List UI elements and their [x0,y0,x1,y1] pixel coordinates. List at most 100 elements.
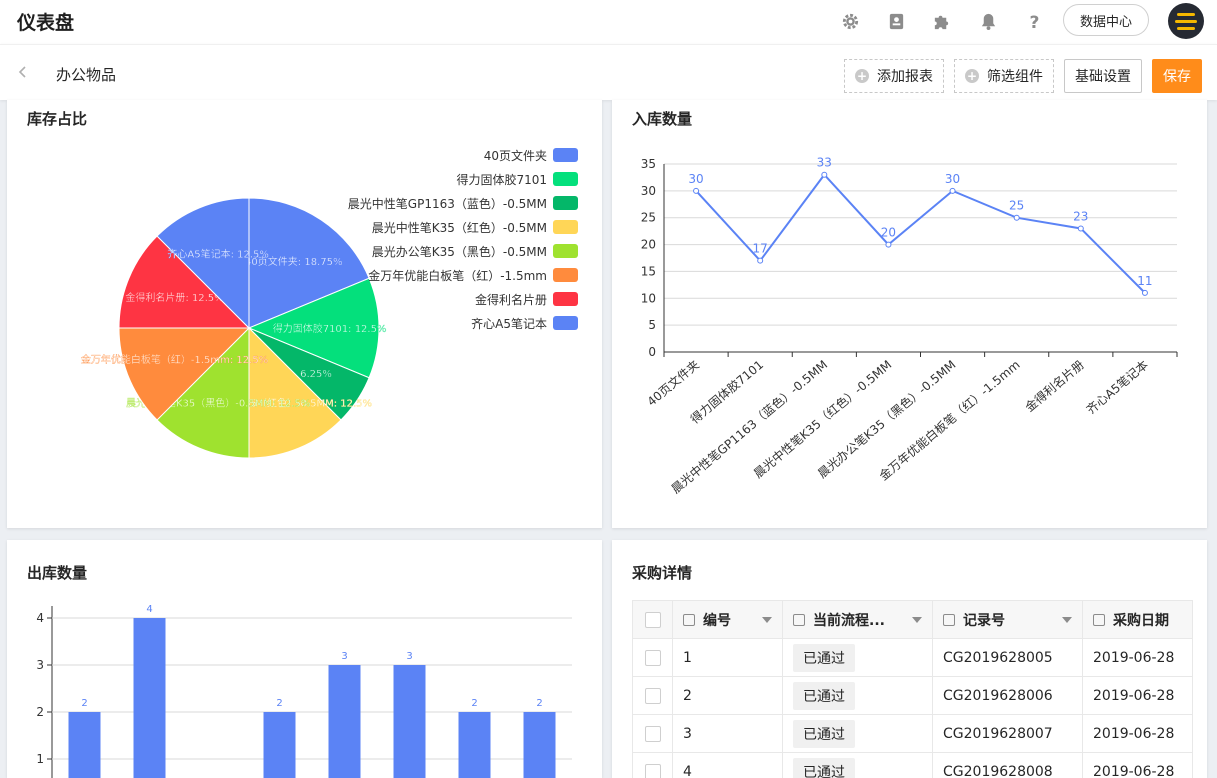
bar-label: 2 [471,698,477,709]
inbound-quantity-card: 入库数量 0 5 10 15 20 25 30 35 30 17 33 20 30 25 23 11 40页文件… [612,100,1207,528]
chevron-left-icon[interactable] [16,65,30,79]
data-point[interactable] [885,241,892,248]
bar[interactable] [523,712,556,778]
table-row[interactable]: 3 已通过 CG2019628007 2019-06-28 [632,714,1193,753]
data-label: 30 [688,172,703,186]
legend-item[interactable]: 40页文件夹 [483,148,578,163]
row-checkbox[interactable] [644,687,661,704]
page-toolbar: 办公物品 + 添加报表 + 筛选组件 基础设置 保存 [0,44,1217,100]
bar[interactable] [68,712,101,778]
legend-label: 晨光中性笔K35（红色）-0.5MM [371,220,547,235]
legend-label: 晨光中性笔GP1163（蓝色）-0.5MM [347,196,547,211]
table-header-row: 编号 当前流程... 记录号 采购日期 [632,600,1193,639]
data-label: 11 [1137,274,1152,288]
plus-circle-icon: + [965,69,979,83]
contact-book-icon[interactable] [885,10,907,32]
data-label: 17 [753,242,768,256]
cell-record: CG2019628005 [932,638,1083,677]
bar[interactable] [263,712,296,778]
column-header-record[interactable]: 记录号 [932,600,1083,639]
y-tick-label: 25 [641,211,656,225]
cell-record: CG2019628007 [932,714,1083,753]
page-title: 办公物品 [56,66,117,84]
data-point[interactable] [1013,214,1020,221]
data-point[interactable] [757,257,764,264]
column-header-id[interactable]: 编号 [672,600,783,639]
menu-lines-icon[interactable] [1168,3,1204,39]
gear-icon[interactable] [839,10,861,32]
bar[interactable] [393,665,426,778]
legend-swatch [553,268,578,282]
y-tick-label: 1 [36,752,44,766]
data-point[interactable] [949,187,956,194]
data-point[interactable] [693,187,700,194]
column-label: 记录号 [963,612,1005,629]
legend-swatch [553,148,578,162]
cell-date: 2019-06-28 [1082,676,1193,715]
data-point[interactable] [1077,225,1084,232]
legend-label: 得力固体胶7101 [456,172,547,187]
caret-down-icon[interactable] [912,616,922,623]
bar-label: 3 [341,651,347,662]
legend-item[interactable]: 金得利名片册 [475,292,578,307]
cell-id: 1 [672,638,783,677]
purchase-details-card: 采购详情 编号 当前流程... 记录号 采购日期 1 已通过 CG2019628… [612,540,1207,778]
puzzle-icon[interactable] [930,10,952,32]
legend-item[interactable]: 晨光中性笔K35（红色）-0.5MM [371,220,578,235]
x-tick-label: 晨光办公笔K35（黑色）-0.5MM [815,357,959,481]
bar[interactable] [133,618,166,778]
y-tick-label: 30 [641,184,656,198]
add-report-button[interactable]: + 添加报表 [844,59,944,93]
legend-label: 金万年优能白板笔（红）-1.5mm [368,268,547,283]
legend-label: 40页文件夹 [483,148,547,163]
data-label: 33 [817,156,832,170]
data-label: 20 [881,226,896,240]
cell-date: 2019-06-28 [1082,638,1193,677]
x-tick-label: 金得利名片册 [1022,357,1087,415]
y-tick-label: 35 [641,157,656,171]
row-checkbox[interactable] [644,649,661,666]
line-chart: 05101520253035301733203025231140页文件夹得力固体… [641,156,1178,496]
legend-item[interactable]: 晨光办公笔K35（黑色）-0.5MM [372,244,578,259]
table-row[interactable]: 2 已通过 CG2019628006 2019-06-28 [632,676,1193,715]
bar[interactable] [458,712,491,778]
table-row[interactable]: 1 已通过 CG2019628005 2019-06-28 [632,638,1193,677]
legend-item[interactable]: 金万年优能白板笔（红）-1.5mm [368,268,578,283]
cell-id: 2 [672,676,783,715]
column-label: 采购日期 [1113,612,1169,629]
row-checkbox[interactable] [644,725,661,742]
caret-down-icon[interactable] [762,616,772,623]
table-row[interactable]: 4 已通过 CG2019628008 2019-06-28 [632,752,1193,778]
column-header-status[interactable]: 当前流程... [782,600,933,639]
basic-settings-button[interactable]: 基础设置 [1064,59,1142,93]
save-button[interactable]: 保存 [1152,59,1202,93]
help-icon[interactable]: ? [1023,10,1045,32]
column-header-date[interactable]: 采购日期 [1082,600,1193,639]
data-point[interactable] [821,171,828,178]
bar-label: 4 [146,604,152,615]
data-point[interactable] [1141,289,1148,296]
legend-item[interactable]: 得力固体胶7101 [456,172,578,187]
purchase-table: 编号 当前流程... 记录号 采购日期 1 已通过 CG2019628005 2… [632,600,1193,778]
x-tick-label: 40页文件夹 [644,357,702,409]
y-tick-label: 2 [36,705,44,719]
legend-swatch [553,220,578,234]
pie-slice-label: 金万年优能白板笔（红）-1.5mm: 12.5% [81,353,268,366]
data-center-button[interactable]: 数据中心 [1063,4,1149,36]
data-label: 25 [1009,199,1024,213]
bar[interactable] [328,665,361,778]
select-all-checkbox[interactable] [644,611,661,628]
pie-slice-label: 6.25% [300,369,332,380]
status-badge: 已通过 [793,681,855,710]
legend-item[interactable]: 晨光中性笔GP1163（蓝色）-0.5MM [347,196,578,211]
status-badge: 已通过 [793,757,855,778]
legend-item[interactable]: 齐心A5笔记本 [471,316,578,331]
bar-label: 2 [536,698,542,709]
filter-component-button[interactable]: + 筛选组件 [954,59,1054,93]
bell-icon[interactable] [977,10,999,32]
y-tick-label: 4 [36,611,44,625]
pie-slice-label: 齐心A5笔记本: 12.5% [167,248,269,261]
caret-down-icon[interactable] [1062,616,1072,623]
top-bar: 仪表盘 ? 数据中心 [0,0,1217,44]
row-checkbox[interactable] [644,763,661,778]
